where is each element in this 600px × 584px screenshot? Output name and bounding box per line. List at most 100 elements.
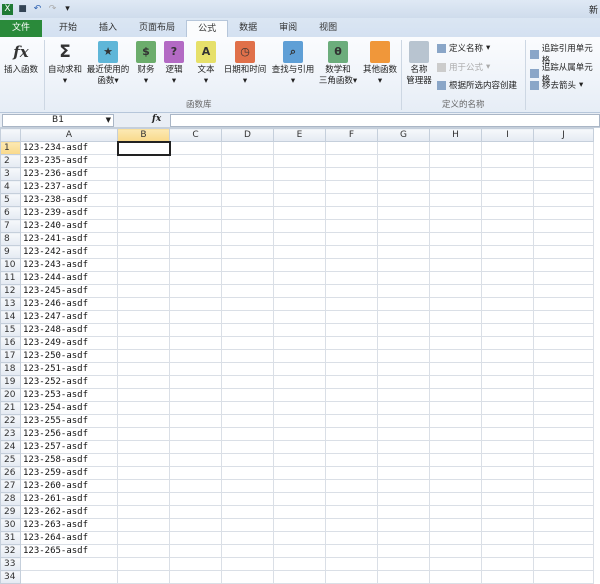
- cell-J8[interactable]: [533, 232, 594, 246]
- cell-D17[interactable]: [221, 349, 274, 363]
- cell-E20[interactable]: [273, 388, 326, 402]
- cell-A32[interactable]: 123-265-asdf: [20, 544, 118, 558]
- column-header-F[interactable]: F: [325, 128, 378, 142]
- cell-D9[interactable]: [221, 245, 274, 259]
- cell-F27[interactable]: [325, 479, 378, 493]
- tab-data[interactable]: 数据: [228, 20, 268, 37]
- cell-D13[interactable]: [221, 297, 274, 311]
- cell-G33[interactable]: [377, 557, 430, 571]
- cell-A22[interactable]: 123-255-asdf: [20, 414, 118, 428]
- cell-I7[interactable]: [481, 219, 534, 233]
- cell-C18[interactable]: [169, 362, 222, 376]
- cell-J12[interactable]: [533, 284, 594, 298]
- cell-B1[interactable]: [116, 140, 171, 156]
- cell-E22[interactable]: [273, 414, 326, 428]
- cell-I3[interactable]: [481, 167, 534, 181]
- cell-C30[interactable]: [169, 518, 222, 532]
- cell-A18[interactable]: 123-251-asdf: [20, 362, 118, 376]
- cell-D32[interactable]: [221, 544, 274, 558]
- row-header[interactable]: 29: [0, 505, 21, 519]
- cell-B12[interactable]: [117, 284, 170, 298]
- cell-D29[interactable]: [221, 505, 274, 519]
- cell-F3[interactable]: [325, 167, 378, 181]
- row-header[interactable]: 7: [0, 219, 21, 233]
- tab-formulas[interactable]: 公式: [186, 20, 229, 37]
- cell-C12[interactable]: [169, 284, 222, 298]
- cell-B23[interactable]: [117, 427, 170, 441]
- cell-D15[interactable]: [221, 323, 274, 337]
- cell-D14[interactable]: [221, 310, 274, 324]
- cell-J21[interactable]: [533, 401, 594, 415]
- cell-H13[interactable]: [429, 297, 482, 311]
- cell-B21[interactable]: [117, 401, 170, 415]
- cell-J14[interactable]: [533, 310, 594, 324]
- cell-G34[interactable]: [377, 570, 430, 584]
- cell-C5[interactable]: [169, 193, 222, 207]
- cell-E4[interactable]: [273, 180, 326, 194]
- redo-icon[interactable]: ↷: [47, 4, 58, 15]
- row-header[interactable]: 33: [0, 557, 21, 571]
- row-header[interactable]: 1: [0, 141, 21, 155]
- cell-J10[interactable]: [533, 258, 594, 272]
- row-header[interactable]: 2: [0, 154, 21, 168]
- cell-C16[interactable]: [169, 336, 222, 350]
- cell-B30[interactable]: [117, 518, 170, 532]
- row-header[interactable]: 6: [0, 206, 21, 220]
- cell-B5[interactable]: [117, 193, 170, 207]
- cell-H18[interactable]: [429, 362, 482, 376]
- cell-B4[interactable]: [117, 180, 170, 194]
- row-header[interactable]: 16: [0, 336, 21, 350]
- tab-view[interactable]: 视图: [308, 20, 348, 37]
- cell-A13[interactable]: 123-246-asdf: [20, 297, 118, 311]
- cell-B9[interactable]: [117, 245, 170, 259]
- cell-C15[interactable]: [169, 323, 222, 337]
- cell-E24[interactable]: [273, 440, 326, 454]
- cell-E33[interactable]: [273, 557, 326, 571]
- cell-H12[interactable]: [429, 284, 482, 298]
- cell-C1[interactable]: [169, 141, 222, 155]
- cell-F29[interactable]: [325, 505, 378, 519]
- cell-F10[interactable]: [325, 258, 378, 272]
- cell-I31[interactable]: [481, 531, 534, 545]
- cell-H32[interactable]: [429, 544, 482, 558]
- cell-I25[interactable]: [481, 453, 534, 467]
- cell-G23[interactable]: [377, 427, 430, 441]
- column-header-J[interactable]: J: [533, 128, 594, 142]
- cell-D4[interactable]: [221, 180, 274, 194]
- cell-D2[interactable]: [221, 154, 274, 168]
- cell-F1[interactable]: [325, 141, 378, 155]
- cell-C17[interactable]: [169, 349, 222, 363]
- cell-D21[interactable]: [221, 401, 274, 415]
- cell-H23[interactable]: [429, 427, 482, 441]
- cell-I18[interactable]: [481, 362, 534, 376]
- cell-J20[interactable]: [533, 388, 594, 402]
- use-in-formula-button[interactable]: 用于公式 ▾: [437, 61, 490, 73]
- cell-I1[interactable]: [481, 141, 534, 155]
- cell-J5[interactable]: [533, 193, 594, 207]
- remove-arrows-button[interactable]: 移去箭头 ▾: [530, 79, 583, 91]
- cell-A4[interactable]: 123-237-asdf: [20, 180, 118, 194]
- cell-J22[interactable]: [533, 414, 594, 428]
- cell-C29[interactable]: [169, 505, 222, 519]
- cell-E12[interactable]: [273, 284, 326, 298]
- cell-F21[interactable]: [325, 401, 378, 415]
- row-header[interactable]: 11: [0, 271, 21, 285]
- cell-A17[interactable]: 123-250-asdf: [20, 349, 118, 363]
- cell-C33[interactable]: [169, 557, 222, 571]
- cell-J28[interactable]: [533, 492, 594, 506]
- cell-G21[interactable]: [377, 401, 430, 415]
- cell-H20[interactable]: [429, 388, 482, 402]
- cell-F11[interactable]: [325, 271, 378, 285]
- cell-F19[interactable]: [325, 375, 378, 389]
- recent-functions-button[interactable]: ★ 最近使用的 函数▾: [85, 41, 131, 87]
- cell-J19[interactable]: [533, 375, 594, 389]
- datetime-button[interactable]: ◷ 日期和时间 ▾: [222, 41, 268, 87]
- cell-B13[interactable]: [117, 297, 170, 311]
- cell-B11[interactable]: [117, 271, 170, 285]
- cell-E14[interactable]: [273, 310, 326, 324]
- cell-H14[interactable]: [429, 310, 482, 324]
- cell-C32[interactable]: [169, 544, 222, 558]
- cell-E1[interactable]: [273, 141, 326, 155]
- cell-D34[interactable]: [221, 570, 274, 584]
- cell-I28[interactable]: [481, 492, 534, 506]
